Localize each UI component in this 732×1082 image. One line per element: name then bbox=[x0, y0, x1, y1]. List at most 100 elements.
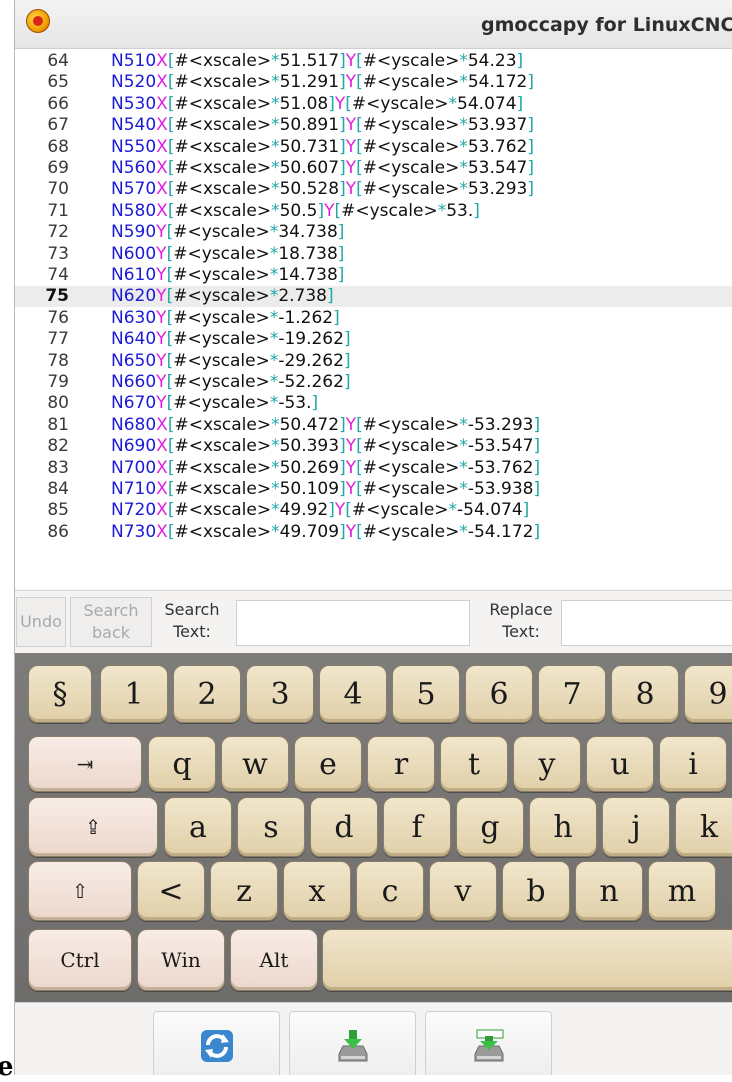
code-line[interactable]: 85 N720X[#<xscale>*49.92]Y[#<yscale>*-54.… bbox=[15, 500, 732, 521]
key-a[interactable]: a bbox=[164, 797, 232, 857]
gcode-editor[interactable]: 64 N510X[#<xscale>*51.517]Y[#<yscale>*54.… bbox=[15, 49, 732, 589]
key-h[interactable]: h bbox=[529, 797, 597, 857]
line-number: 64 bbox=[47, 51, 69, 71]
code-token: -53.547 bbox=[467, 436, 534, 457]
key-7[interactable]: 7 bbox=[538, 665, 606, 723]
code-token: N520 bbox=[111, 72, 157, 93]
code-line[interactable]: 66 N530X[#<xscale>*51.08]Y[#<yscale>*54.0… bbox=[15, 94, 732, 115]
code-token: #<xscale> bbox=[174, 436, 272, 457]
load-file-button[interactable] bbox=[289, 1011, 416, 1075]
space-key[interactable] bbox=[322, 929, 732, 991]
code-line[interactable]: 86 N730X[#<xscale>*49.709]Y[#<yscale>*-54… bbox=[15, 522, 732, 543]
title-bar[interactable]: gmoccapy for LinuxCNC 3 bbox=[15, 0, 732, 49]
undo-button[interactable]: Undo bbox=[16, 597, 66, 647]
alt-key[interactable]: Alt bbox=[230, 929, 318, 991]
code-line[interactable]: 70 N570X[#<xscale>*50.528]Y[#<yscale>*53.… bbox=[15, 179, 732, 200]
tab-key[interactable]: ⇥ bbox=[28, 736, 142, 792]
line-number: 84 bbox=[47, 479, 69, 499]
code-text: N580X[#<xscale>*50.5]Y[#<yscale>*53.] bbox=[111, 201, 480, 222]
key-d[interactable]: d bbox=[310, 797, 378, 857]
key-r[interactable]: r bbox=[367, 736, 435, 792]
key-m[interactable]: m bbox=[648, 861, 716, 921]
reload-file-button[interactable] bbox=[153, 1011, 280, 1075]
code-token: * bbox=[459, 179, 468, 200]
code-line[interactable]: 82 N690X[#<xscale>*50.393]Y[#<yscale>*-53… bbox=[15, 436, 732, 457]
code-line[interactable]: 64 N510X[#<xscale>*51.517]Y[#<yscale>*54.… bbox=[15, 51, 732, 72]
key-3[interactable]: 3 bbox=[246, 665, 314, 723]
code-line[interactable]: 72 N590Y[#<yscale>*34.738] bbox=[15, 222, 732, 243]
key-t[interactable]: t bbox=[440, 736, 508, 792]
key-9[interactable]: 9 bbox=[684, 665, 732, 723]
code-line[interactable]: 76 N630Y[#<yscale>*-1.262] bbox=[15, 308, 732, 329]
open-file-icon bbox=[338, 1030, 368, 1062]
code-text: N530X[#<xscale>*51.08]Y[#<yscale>*54.074… bbox=[111, 94, 523, 115]
code-line[interactable]: 84 N710X[#<xscale>*50.109]Y[#<yscale>*-53… bbox=[15, 479, 732, 500]
key-k[interactable]: k bbox=[675, 797, 732, 857]
key-f[interactable]: f bbox=[383, 797, 451, 857]
code-line[interactable]: 73 N600Y[#<yscale>*18.738] bbox=[15, 244, 732, 265]
code-token: [ bbox=[345, 93, 352, 114]
replace-text-input[interactable] bbox=[561, 600, 732, 646]
bottom-button-bar bbox=[15, 1002, 732, 1075]
search-text-input[interactable] bbox=[236, 600, 470, 646]
key-c[interactable]: c bbox=[356, 861, 424, 921]
key-1[interactable]: 1 bbox=[100, 665, 168, 723]
code-token: ] bbox=[326, 286, 334, 307]
code-token: #<xscale> bbox=[174, 136, 272, 157]
code-token: N600 bbox=[111, 243, 157, 264]
code-line[interactable]: 75 N620Y[#<yscale>*2.738] bbox=[15, 286, 732, 308]
key-s[interactable]: s bbox=[237, 797, 305, 857]
code-token: N570 bbox=[111, 179, 157, 200]
code-line[interactable]: 65 N520X[#<xscale>*51.291]Y[#<yscale>*54.… bbox=[15, 72, 732, 93]
code-line[interactable]: 74 N610Y[#<yscale>*14.738] bbox=[15, 265, 732, 286]
code-line[interactable]: 68 N550X[#<xscale>*50.731]Y[#<yscale>*53.… bbox=[15, 137, 732, 158]
key-less-than[interactable]: < bbox=[137, 861, 205, 921]
code-token: * bbox=[271, 115, 280, 136]
code-line[interactable]: 79 N660Y[#<yscale>*-52.262] bbox=[15, 372, 732, 393]
search-text-label: Search Text: bbox=[158, 599, 226, 643]
key-u[interactable]: u bbox=[586, 736, 654, 792]
shift-key[interactable]: ⇧ bbox=[28, 861, 132, 921]
code-line[interactable]: 80 N670Y[#<yscale>*-53.] bbox=[15, 393, 732, 414]
key-z[interactable]: z bbox=[210, 861, 278, 921]
key-8[interactable]: 8 bbox=[611, 665, 679, 723]
code-line[interactable]: 78 N650Y[#<yscale>*-29.262] bbox=[15, 351, 732, 372]
key-i[interactable]: i bbox=[659, 736, 727, 792]
key-y[interactable]: y bbox=[513, 736, 581, 792]
key-5[interactable]: 5 bbox=[392, 665, 460, 723]
section-key[interactable]: § bbox=[28, 665, 92, 723]
win-key[interactable]: Win bbox=[137, 929, 225, 991]
key-j[interactable]: j bbox=[602, 797, 670, 857]
linuxcnc-app-icon[interactable] bbox=[26, 9, 50, 33]
code-token: -29.262 bbox=[278, 350, 344, 371]
key-e[interactable]: e bbox=[294, 736, 362, 792]
code-line[interactable]: 83 N700X[#<xscale>*50.269]Y[#<yscale>*-53… bbox=[15, 458, 732, 479]
key-w[interactable]: w bbox=[221, 736, 289, 792]
line-number: 85 bbox=[47, 500, 69, 521]
code-token: 50.528 bbox=[279, 179, 340, 200]
save-file-button[interactable] bbox=[425, 1011, 552, 1075]
key-x[interactable]: x bbox=[283, 861, 351, 921]
code-line[interactable]: 81 N680X[#<xscale>*50.472]Y[#<yscale>*-53… bbox=[15, 415, 732, 436]
code-line[interactable]: 67 N540X[#<xscale>*50.891]Y[#<yscale>*53.… bbox=[15, 115, 732, 136]
key-v[interactable]: v bbox=[429, 861, 497, 921]
code-token: [ bbox=[356, 158, 363, 178]
key-q[interactable]: q bbox=[148, 736, 216, 792]
code-token: 54.172 bbox=[467, 72, 528, 93]
key-4[interactable]: 4 bbox=[319, 665, 387, 723]
key-g[interactable]: g bbox=[456, 797, 524, 857]
line-number: 79 bbox=[47, 372, 69, 392]
code-token: [ bbox=[356, 179, 363, 200]
ctrl-key[interactable]: Ctrl bbox=[28, 929, 132, 991]
key-2[interactable]: 2 bbox=[173, 665, 241, 723]
code-line[interactable]: 77 N640Y[#<yscale>*-19.262] bbox=[15, 329, 732, 350]
key-b[interactable]: b bbox=[502, 861, 570, 921]
key-6[interactable]: 6 bbox=[465, 665, 533, 723]
caps-lock-key[interactable]: ⇪ bbox=[28, 797, 158, 857]
line-number: 75 bbox=[45, 286, 69, 307]
line-number: 74 bbox=[47, 265, 69, 285]
key-n[interactable]: n bbox=[575, 861, 643, 921]
code-line[interactable]: 71 N580X[#<xscale>*50.5]Y[#<yscale>*53.] bbox=[15, 201, 732, 222]
code-line[interactable]: 69 N560X[#<xscale>*50.607]Y[#<yscale>*53.… bbox=[15, 158, 732, 179]
search-back-button[interactable]: Search back bbox=[70, 597, 152, 647]
